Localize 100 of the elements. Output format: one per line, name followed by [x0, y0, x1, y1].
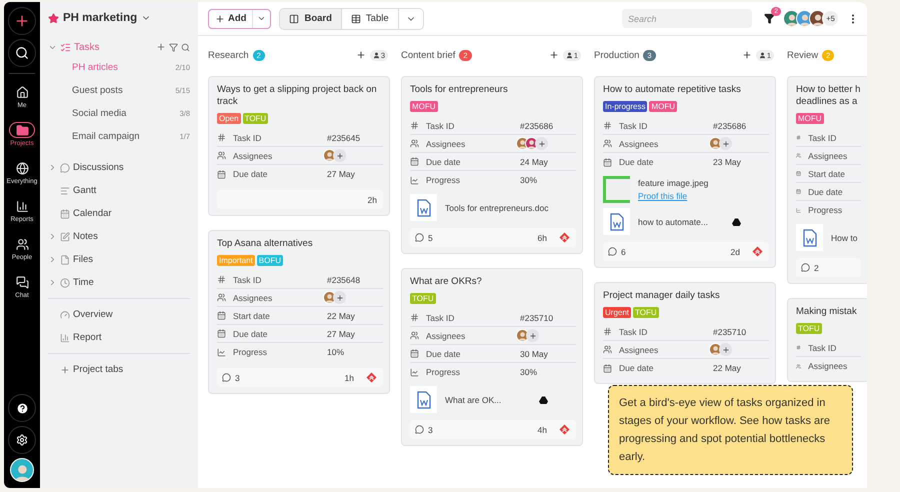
search-field[interactable]: Search — [622, 9, 752, 28]
file-name[interactable]: feature image.jpeg — [638, 178, 708, 188]
chevron-right-icon — [48, 163, 57, 172]
project-name[interactable]: PH marketing — [63, 12, 138, 24]
sidebar-item[interactable]: Overview — [48, 303, 190, 326]
card-title: deadlines as a — [796, 96, 858, 108]
plus-icon — [722, 346, 730, 354]
calendar-icon — [796, 169, 802, 178]
document-icon — [610, 212, 624, 230]
file-name[interactable]: how to automate... — [638, 216, 708, 226]
filter-icon[interactable] — [764, 13, 775, 24]
field-label: Start date — [808, 168, 846, 178]
field-value: #235686 — [713, 120, 746, 130]
calendar-icon — [603, 158, 612, 166]
sidebar-item[interactable]: Notes — [48, 225, 190, 248]
time-spent: 2h — [368, 194, 377, 204]
add-icon[interactable] — [156, 42, 166, 52]
field-value: #235645 — [327, 132, 360, 142]
people-icon — [217, 293, 226, 302]
add-assignee-button[interactable] — [333, 149, 346, 162]
task-card[interactable]: Top Asana alternatives Important BOFU Task ID #235648 Assignees Start date 22 May Due date 27 May Progress 10% 3 1h — [208, 230, 390, 394]
add-assignee-button[interactable] — [535, 137, 548, 150]
help-icon — [16, 402, 28, 414]
task-card[interactable]: What are OKRs? TOFU Task ID #235710 Assignees Due date 30 May Progress 30% What are OK... 3 4h — [401, 268, 583, 446]
field-label: Task ID — [619, 120, 648, 130]
add-icon[interactable] — [356, 50, 366, 60]
field-label: Progress — [808, 205, 844, 215]
tag: MOFU — [410, 101, 438, 112]
field-label: Start date — [233, 310, 271, 320]
file-name[interactable]: What are OK... — [445, 394, 502, 404]
sidebar-item[interactable]: Report — [48, 326, 190, 349]
time-spent: 4h — [538, 424, 547, 434]
calendar-icon — [217, 311, 226, 320]
column-title: Production — [594, 50, 640, 60]
add-button[interactable] — [8, 7, 36, 35]
field-label: Task ID — [808, 132, 838, 142]
card-title: Project manager daily tasks — [603, 290, 721, 302]
sidebar-item[interactable]: Gantt — [48, 179, 190, 202]
card-title: What are OKRs? — [410, 276, 483, 288]
chat-icon — [16, 276, 28, 288]
search-icon[interactable] — [181, 42, 190, 52]
settings-button[interactable] — [8, 426, 36, 454]
add-assignee-button[interactable] — [526, 329, 539, 342]
column-title: Review — [787, 50, 818, 60]
hash-icon — [603, 327, 612, 336]
task-card[interactable]: Ways to get a slipping project back on track Open TOFU Task ID #235645 Assignees Due date 27 May 2h — [208, 76, 390, 216]
bar-chart-icon — [60, 332, 70, 342]
tag: TOFU — [242, 113, 268, 124]
add-assignee-button[interactable] — [719, 137, 732, 150]
tag: Urgent — [603, 307, 632, 318]
field-value: 27 May — [327, 328, 355, 338]
chevron-down-icon — [257, 14, 266, 23]
search-button[interactable] — [8, 39, 36, 67]
hash-icon — [217, 133, 226, 142]
task-card[interactable]: How to better h deadlines as a MOFU Task ID Assignees Start date Due date Progress How to 2 — [787, 76, 867, 284]
house-icon — [16, 86, 28, 98]
avatar — [516, 329, 529, 342]
task-card[interactable]: Project manager daily tasks Urgent TOFU Task ID #235710 Assignees Due date 22 May — [594, 282, 776, 384]
chevron-right-icon — [48, 255, 57, 264]
avatar — [709, 343, 722, 356]
field-label: Assignees — [619, 344, 660, 354]
people-icon — [410, 331, 419, 340]
comment-icon — [222, 373, 231, 382]
add-icon[interactable] — [548, 50, 559, 60]
note-icon — [60, 232, 70, 242]
sidebar-item[interactable]: Time — [48, 271, 190, 294]
plus-icon — [14, 13, 30, 29]
field-label: Assignees — [808, 361, 848, 371]
file-name[interactable]: Tools for entrepreneurs.doc — [445, 202, 548, 212]
document-icon — [802, 228, 816, 246]
card-title: How to better h — [796, 84, 861, 96]
file-name[interactable]: How to — [831, 232, 858, 242]
field-label: Task ID — [233, 132, 262, 142]
sidebar-item[interactable]: Files — [48, 248, 190, 271]
add-assignee-button[interactable] — [719, 343, 732, 356]
priority-icon — [559, 424, 570, 435]
task-card[interactable]: Making mistak TOFU Task ID Assignees — [787, 298, 867, 382]
task-card[interactable]: How to automate repetitive tasks In-progress MOFU Task ID #235686 Assignees Due date 23 May feature image.jpeg Proof this file how to automate... 6 2d — [594, 76, 776, 268]
sidebar-item[interactable]: Calendar — [48, 202, 190, 225]
tag: In-progress — [603, 101, 648, 112]
document-icon — [416, 390, 430, 408]
people-icon — [796, 151, 802, 160]
field-label: Progress — [426, 175, 462, 185]
field-label: Due date — [808, 186, 844, 196]
add-icon[interactable] — [742, 50, 752, 60]
avatar — [10, 458, 34, 482]
task-card[interactable]: Tools for entrepreneurs MOFU Task ID #235686 Assignees Due date 24 May Progress 30% Tools for entrepreneurs.doc 5 6h — [401, 76, 583, 254]
sidebar-item[interactable]: Discussions — [48, 156, 190, 179]
tag: Open — [217, 113, 241, 124]
help-button[interactable] — [8, 394, 36, 422]
view-tab[interactable]: Board — [280, 8, 342, 28]
comment-count: 3 — [235, 372, 240, 382]
person-icon — [566, 52, 573, 58]
field-label: Task ID — [808, 342, 838, 352]
column-title: Content brief — [401, 50, 456, 60]
add-project-tab[interactable]: Project tabs — [48, 358, 190, 381]
add-assignee-button[interactable] — [333, 291, 346, 304]
priority-icon — [366, 372, 377, 383]
globe-icon — [16, 162, 28, 174]
time-spent: 6h — [538, 232, 547, 242]
